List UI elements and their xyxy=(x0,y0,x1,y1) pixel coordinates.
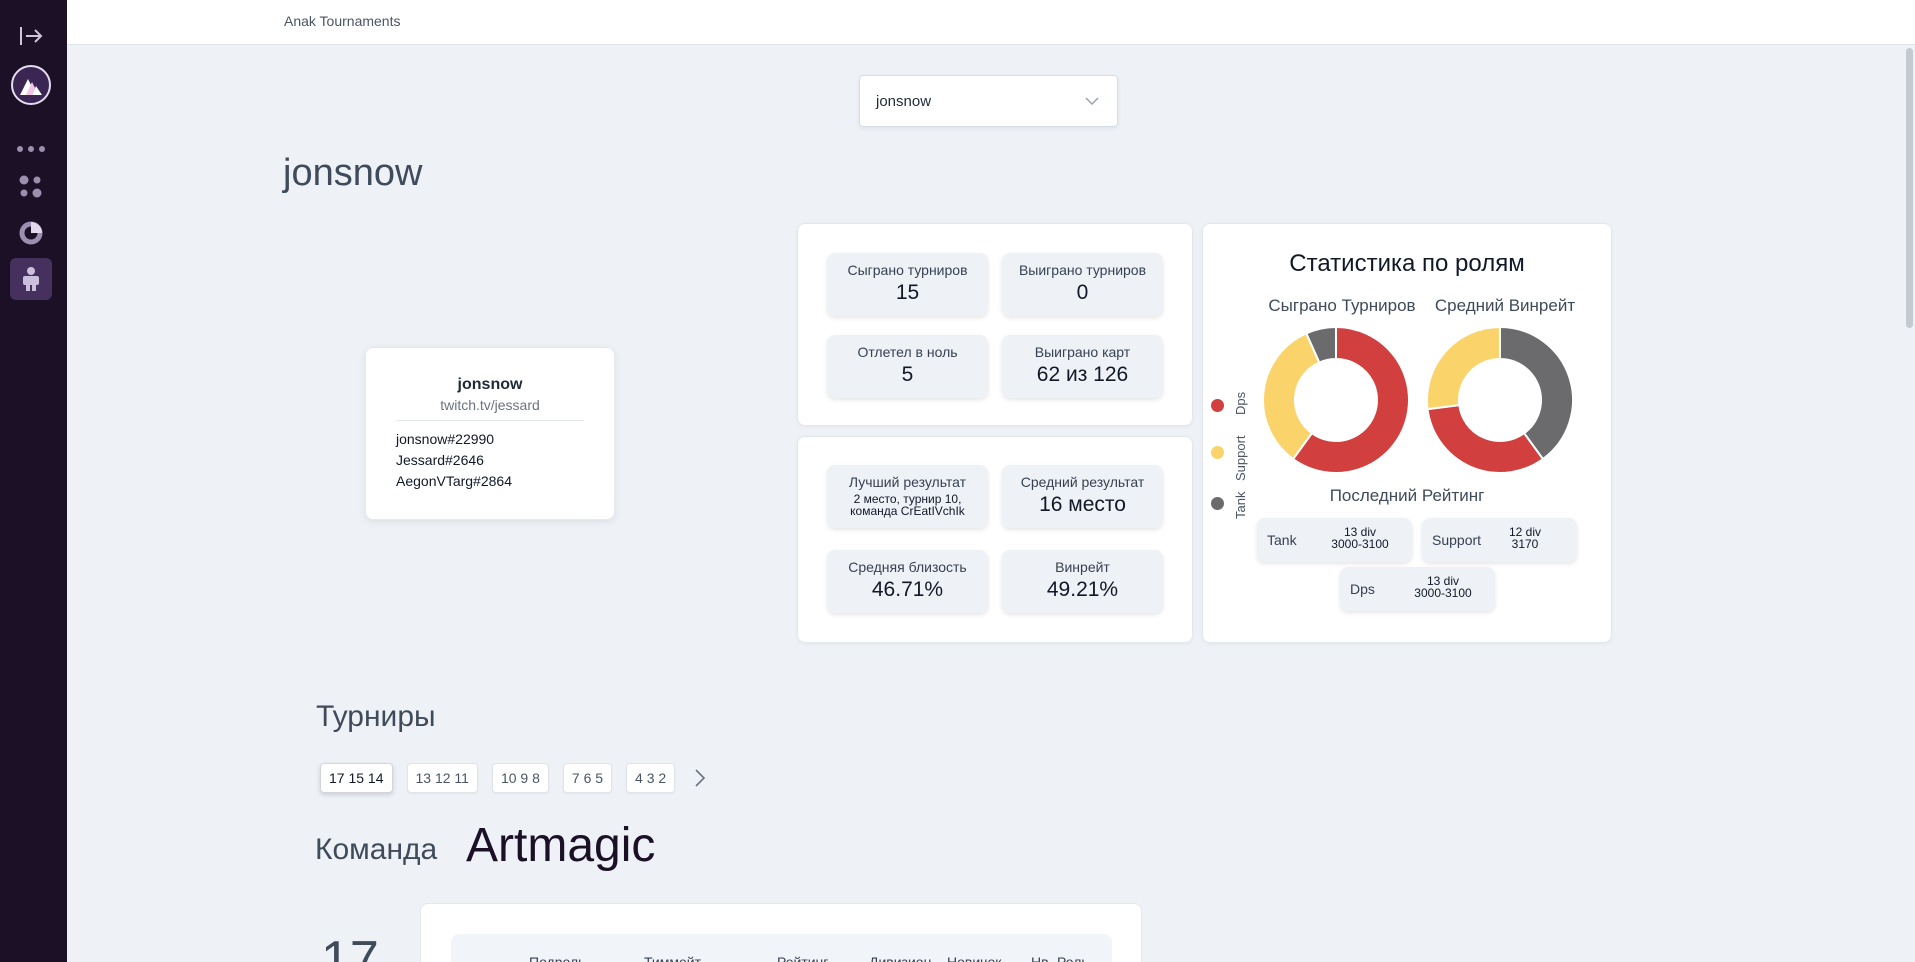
tournament-pager: 17 15 14 13 12 11 10 9 8 7 6 5 4 3 2 xyxy=(320,763,707,793)
winrate-chart-title: Средний Винрейт xyxy=(1434,296,1576,315)
stat-value: 49.21% xyxy=(1046,578,1119,601)
chevron-down-icon xyxy=(1085,97,1099,105)
collapse-icon xyxy=(20,27,43,45)
rating-tank: Tank 13 div 3000-3100 xyxy=(1257,518,1412,562)
page-button[interactable]: 4 3 2 xyxy=(626,763,676,793)
battletag: Jessard#2646 xyxy=(396,452,484,468)
stat-winrate: Винрейт 49.21% xyxy=(1002,550,1163,613)
column-header: Подроль xyxy=(529,954,586,962)
rating-role: Dps xyxy=(1350,581,1375,597)
played-chart-title: Сыграно Турниров xyxy=(1268,296,1416,315)
stat-maps: Выиграно карт 62 из 126 xyxy=(1002,335,1163,398)
tournaments-title: Турниры xyxy=(316,700,436,733)
rating-role: Support xyxy=(1432,532,1482,548)
profile-card: jonsnow twitch.tv/jessard jonsnow#22990 … xyxy=(365,347,615,520)
player-select[interactable]: jonsnow xyxy=(859,75,1118,127)
scrollbar[interactable] xyxy=(1906,48,1913,328)
stat-label: Винрейт xyxy=(1055,559,1110,575)
topbar: Anak Tournaments xyxy=(67,0,1915,45)
stat-label: Отлетел в ноль xyxy=(857,344,958,360)
legend-dot-dps xyxy=(1211,399,1224,412)
page-button[interactable]: 13 12 11 xyxy=(406,763,478,793)
roles-panel: Статистика по ролям Сыграно Турниров Сре… xyxy=(1202,223,1612,643)
rating-range: 3000-3100 xyxy=(1414,586,1472,600)
collapse-sidebar-button[interactable] xyxy=(10,15,52,57)
stat-value: 15 xyxy=(895,281,920,304)
battletag: jonsnow#22990 xyxy=(396,431,495,447)
page-title: jonsnow xyxy=(283,152,423,194)
battletag: AegonVTarg#2864 xyxy=(396,473,512,489)
stat-value: 2 место, турнир 10, команда CrEatIVchIk xyxy=(850,492,965,518)
column-header: Рейтинг xyxy=(777,954,829,962)
played-donut-chart xyxy=(1262,325,1410,474)
stat-closeness: Средняя близость 46.71% xyxy=(827,550,988,613)
rating-value: 13 div 3000-3100 xyxy=(1398,575,1488,599)
table-header: Подроль Тиммейт Рейтинг Дивизион Новичок… xyxy=(451,934,1112,962)
apps-icon xyxy=(19,175,42,198)
page-button[interactable]: 7 6 5 xyxy=(562,763,613,793)
stat-label: Сыграно турниров xyxy=(847,262,968,278)
player-select-value: jonsnow xyxy=(876,92,932,110)
stat-label: Средняя близость xyxy=(848,559,967,575)
tournament-number: 17 xyxy=(321,931,379,962)
more-icon xyxy=(17,146,45,152)
column-header: Роль xyxy=(1057,954,1089,962)
stat-won: Выиграно турниров 0 xyxy=(1002,253,1163,316)
chart-icon xyxy=(19,221,43,245)
stat-value: 62 из 126 xyxy=(1036,363,1129,386)
team-name: Artmagic xyxy=(466,819,656,872)
column-header: Тиммейт xyxy=(644,954,702,962)
app-title[interactable]: Anak Tournaments xyxy=(284,13,400,29)
stat-label: Лучший результат xyxy=(848,474,967,490)
stat-label: Выиграно карт xyxy=(1034,344,1131,360)
rating-dps: Dps 13 div 3000-3100 xyxy=(1340,567,1495,611)
stats-panel-results: Лучший результат 2 место, турнир 10, ком… xyxy=(797,436,1193,643)
rating-value: 13 div 3000-3100 xyxy=(1315,526,1405,550)
rating-support: Support 12 div 3170 xyxy=(1422,518,1577,562)
profile-name: jonsnow xyxy=(457,376,523,393)
twitch-link[interactable]: twitch.tv/jessard xyxy=(396,397,584,421)
stat-played: Сыграно турниров 15 xyxy=(827,253,988,316)
column-header: Новичок xyxy=(947,954,1002,962)
stat-best: Лучший результат 2 место, турнир 10, ком… xyxy=(827,465,988,528)
stat-average: Средний результат 16 место xyxy=(1002,465,1163,528)
page-button[interactable]: 17 15 14 xyxy=(320,763,393,793)
donut-slice-support[interactable] xyxy=(1426,325,1501,411)
stat-label: Выиграно турниров xyxy=(1018,262,1147,278)
team-table-card: Подроль Тиммейт Рейтинг Дивизион Новичок… xyxy=(420,903,1142,962)
battletag-list: jonsnow#22990 Jessard#2646 AegonVTarg#28… xyxy=(396,429,584,492)
chevron-right-icon[interactable] xyxy=(693,768,707,788)
rating-title: Последний Рейтинг xyxy=(1329,486,1485,505)
donut-slice-dps[interactable] xyxy=(1426,404,1545,474)
chart-button[interactable] xyxy=(10,212,52,254)
page-button[interactable]: 10 9 8 xyxy=(491,763,549,793)
stat-value: 5 xyxy=(901,363,914,386)
stat-zero: Отлетел в ноль 5 xyxy=(827,335,988,398)
rating-role: Tank xyxy=(1267,532,1297,548)
sidebar xyxy=(0,0,67,962)
team-label: Команда xyxy=(315,833,438,866)
column-header: Нв xyxy=(1031,954,1049,962)
legend-label-support[interactable]: Support xyxy=(1233,435,1248,481)
stats-panel-tournaments: Сыграно турниров 15 Выиграно турниров 0 … xyxy=(797,223,1193,426)
legend-dot-support xyxy=(1211,446,1224,459)
roles-title: Статистика по ролям xyxy=(1289,250,1525,277)
logo-mark-icon xyxy=(20,79,42,95)
stat-value: 16 место xyxy=(1039,493,1126,516)
rating-value: 12 div 3170 xyxy=(1490,526,1560,550)
more-button[interactable] xyxy=(10,128,52,170)
logo xyxy=(11,65,51,105)
stat-value: 46.71% xyxy=(871,578,944,601)
stat-label: Средний результат xyxy=(1020,474,1145,490)
stat-value: 0 xyxy=(1076,281,1089,304)
player-page-button[interactable] xyxy=(10,258,52,300)
apps-button[interactable] xyxy=(10,166,52,208)
column-header: Дивизион xyxy=(869,954,932,962)
legend-label-dps[interactable]: Dps xyxy=(1233,392,1248,415)
logo-button[interactable] xyxy=(10,64,52,106)
user-icon xyxy=(23,267,39,291)
winrate-donut-chart xyxy=(1426,325,1574,474)
rating-range: 3170 xyxy=(1511,537,1539,551)
rating-range: 3000-3100 xyxy=(1331,537,1389,551)
